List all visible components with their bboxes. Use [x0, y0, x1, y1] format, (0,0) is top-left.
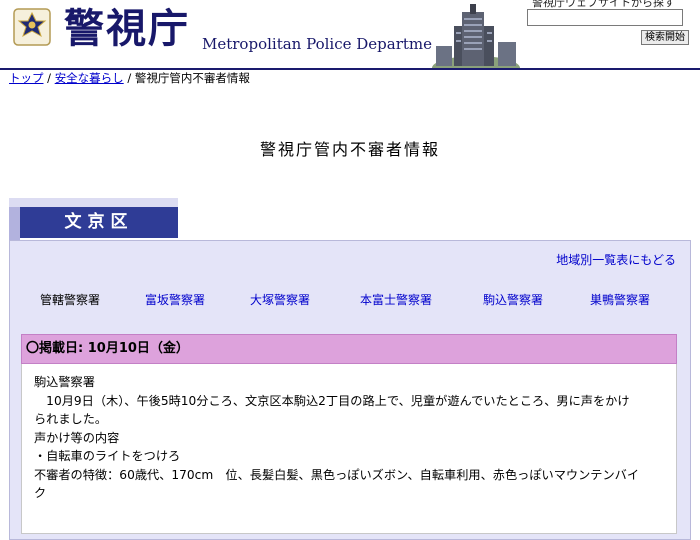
station-link-sugamo[interactable]: 巣鴨警察署 — [590, 291, 650, 308]
site-search-input[interactable] — [527, 9, 683, 26]
report-line: 声かけ等の内容 — [34, 430, 120, 445]
report-line: 10月9日（木）、午後5時10分ころ、文京区本駒込2丁目の路上で、児童が遊んでい… — [34, 393, 630, 408]
station-link-otsuka[interactable]: 大塚警察署 — [250, 291, 310, 308]
breadcrumb-link-safe-living[interactable]: 安全な暮らし — [55, 71, 124, 85]
breadcrumb-separator: / — [127, 71, 132, 85]
report-line: 不審者の特徴：60歳代、170cm 位、長髪白髪、黒色っぽいズボン、自転車利用、… — [34, 467, 640, 482]
ward-tab-label: 文京区 — [64, 212, 134, 232]
breadcrumb-link-top[interactable]: トップ — [9, 71, 44, 85]
report-date-header: 〇掲載日: 10月10日（金） — [21, 334, 677, 364]
breadcrumb-current: 警視庁管内不審者情報 — [134, 71, 250, 85]
police-emblem-icon — [13, 8, 51, 46]
header-divider — [0, 68, 700, 70]
page-title: 警視庁管内不審者情報 — [259, 140, 440, 159]
headquarters-building-icon — [432, 2, 520, 68]
site-logo-english: Metropolitan Police Department — [202, 35, 448, 53]
ward-tab: 文京区 — [9, 198, 178, 240]
breadcrumb: トップ / 安全な暮らし / 警視庁管内不審者情報 — [9, 71, 250, 86]
report-line: られました。 — [34, 412, 108, 426]
search-submit-button[interactable]: 検索開始 — [641, 30, 689, 45]
station-label-jurisdiction: 管轄警察署 — [40, 293, 101, 307]
report-body: 駒込警察署 10月9日（木）、午後5時10分ころ、文京区本駒込2丁目の路上で、児… — [21, 364, 677, 534]
station-links: 管轄警察署 富坂警察署 大塚警察署 本富士警察署 駒込警察署 巣鴨警察署 — [10, 291, 692, 309]
ward-panel: 地域別一覧表にもどる 管轄警察署 富坂警察署 大塚警察署 本富士警察署 駒込警察… — [9, 240, 691, 540]
back-to-area-list-link[interactable]: 地域別一覧表にもどる — [556, 251, 676, 268]
site-header: 警視庁 Metropolitan Police Department 警視庁ウェ… — [0, 0, 700, 70]
station-link-motofuji[interactable]: 本富士警察署 — [360, 291, 432, 308]
station-link-komagome[interactable]: 駒込警察署 — [483, 291, 543, 308]
report-line: ・自転車のライトをつけろ — [34, 449, 181, 463]
report-line: 駒込警察署 — [34, 375, 95, 389]
station-link-tomisaka[interactable]: 富坂警察署 — [145, 291, 205, 308]
site-logo-japanese[interactable]: 警視庁 — [64, 6, 190, 52]
breadcrumb-separator: / — [47, 71, 52, 85]
report-line: ク — [34, 486, 47, 500]
